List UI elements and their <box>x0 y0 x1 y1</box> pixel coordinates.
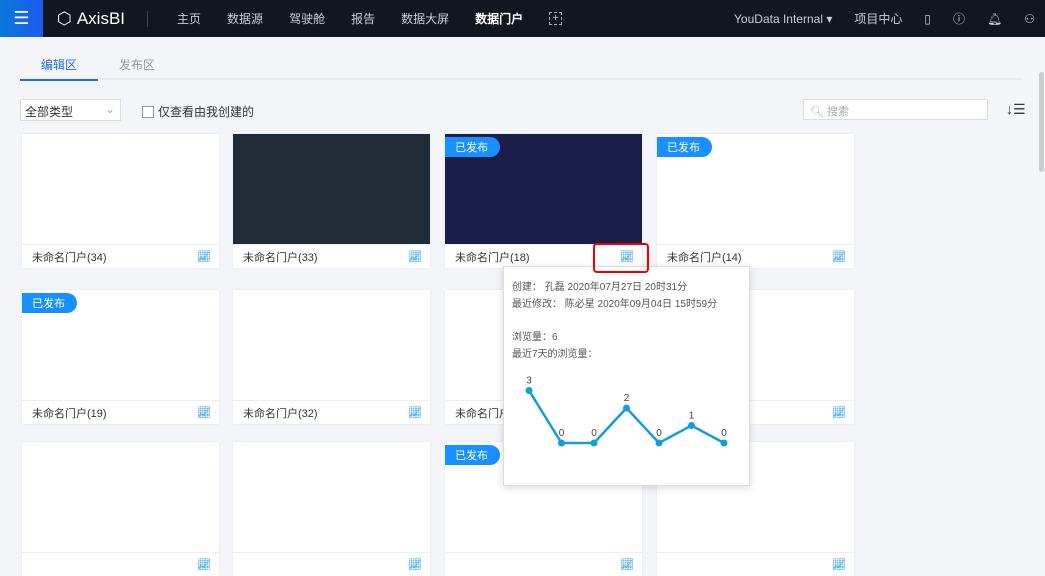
published-badge: 已发布 <box>445 445 500 465</box>
data-label: 0 <box>721 428 727 439</box>
trend-icon[interactable]: 📈︎ <box>408 250 422 263</box>
brand-name: AxisBI <box>76 8 126 28</box>
type-select[interactable]: 全部类型 ⌄ <box>20 99 121 121</box>
portal-name: 未命名门户(18) <box>455 251 530 264</box>
mine-only-checkbox[interactable]: 仅查看由我创建的 <box>142 103 254 120</box>
data-label: 1 <box>689 411 695 422</box>
portal-card[interactable]: 未命名门户(32) 📈︎ <box>233 290 430 424</box>
portal-thumbnail[interactable] <box>233 442 430 552</box>
data-point <box>525 387 533 394</box>
trend-icon[interactable]: 📈︎ <box>197 558 211 571</box>
mobile-icon[interactable]: ▯ <box>924 12 931 26</box>
recent-views-label: 最近7天的浏览量： <box>512 349 598 360</box>
help-icon[interactable]: ⓘ <box>953 10 965 27</box>
project-center-link[interactable]: 项目中心 <box>854 10 902 27</box>
data-label: 0 <box>559 428 565 439</box>
tabs: 编辑区 发布区 <box>20 56 1023 81</box>
portal-card[interactable]: 📈︎ <box>233 442 430 576</box>
portal-thumbnail[interactable] <box>22 442 219 552</box>
data-label: 2 <box>624 393 630 404</box>
nav-portal[interactable]: 数据门户 <box>475 10 523 27</box>
data-point <box>623 404 630 412</box>
portal-name: 未命名门户(34) <box>32 251 107 264</box>
portal-thumbnail[interactable] <box>233 134 430 244</box>
data-label: 0 <box>656 428 662 439</box>
divider <box>147 10 149 27</box>
workspace-dropdown[interactable]: YouData Internal ▾ <box>734 12 832 26</box>
search-input[interactable]: 🔍︎ 搜索 <box>803 99 988 120</box>
bell-icon[interactable]: 🔔︎ <box>987 12 1002 26</box>
user-icon[interactable]: ⚇ <box>1024 12 1035 26</box>
scrollbar[interactable] <box>1039 72 1044 172</box>
trend-icon[interactable]: 📈︎ <box>197 250 211 263</box>
published-badge: 已发布 <box>22 293 77 313</box>
modified-info: 最近修改： 陈必星 2020年09月04日 15时59分 <box>512 299 718 310</box>
portal-name: 未命名门户(32) <box>243 407 318 420</box>
tab-publish[interactable]: 发布区 <box>98 56 176 78</box>
logo[interactable]: ⬡ AxisBI <box>57 9 125 29</box>
trend-icon[interactable]: 📈︎ <box>832 406 846 419</box>
stats-tooltip: 创建： 孔磊 2020年07月27日 20时31分 最近修改： 陈必星 2020… <box>503 266 750 486</box>
portal-name: 未命名门户(19) <box>32 407 107 420</box>
trend-icon[interactable]: 📈︎ <box>408 406 422 419</box>
trend-icon[interactable]: 📈︎ <box>408 558 422 571</box>
nav-home[interactable]: 主页 <box>177 10 201 27</box>
nav-report[interactable]: 报告 <box>351 10 375 27</box>
data-point <box>655 439 663 447</box>
portal-thumbnail[interactable] <box>233 290 430 400</box>
views-line-chart: 3 0 0 2 0 1 0 <box>525 376 728 447</box>
checkbox-box[interactable] <box>142 105 154 118</box>
chevron-down-icon: ⌄ <box>104 102 115 116</box>
trend-icon[interactable]: 📈︎ <box>620 558 634 571</box>
portal-thumbnail[interactable] <box>22 134 219 244</box>
workspace-name: YouData Internal <box>734 11 823 26</box>
created-info: 创建： 孔磊 2020年07月27日 20时31分 <box>512 282 688 293</box>
sort-icon[interactable]: ↓☰ <box>1006 101 1026 118</box>
nav-bigscreen[interactable]: 数据大屏 <box>401 10 449 27</box>
add-icon[interactable]: + <box>549 12 563 25</box>
search-placeholder: 搜索 <box>827 106 850 118</box>
trend-icon[interactable]: 📈︎ <box>832 250 846 263</box>
data-point <box>720 439 728 447</box>
trend-icon[interactable]: 📈︎ <box>832 558 846 571</box>
portal-name: 未命名门户(14) <box>667 251 742 264</box>
type-select-value: 全部类型 <box>25 105 74 119</box>
logo-icon: ⬡ <box>57 8 72 28</box>
nav-cockpit[interactable]: 驾驶舱 <box>289 10 325 27</box>
portal-name: 未命名门户(33) <box>243 251 318 264</box>
nav-datasource[interactable]: 数据源 <box>227 10 263 27</box>
published-badge: 已发布 <box>445 137 500 157</box>
portal-card[interactable]: 已发布 未命名门户(19) 📈︎ <box>22 290 219 424</box>
checkbox-label: 仅查看由我创建的 <box>158 105 255 119</box>
data-label: 0 <box>591 428 597 439</box>
portal-card[interactable]: 未命名门户(34) 📈︎ <box>22 134 219 268</box>
portal-card[interactable]: 已发布 未命名门户(14) 📈︎ <box>657 134 854 268</box>
tab-edit[interactable]: 编辑区 <box>20 56 98 81</box>
portal-card[interactable]: 📈︎ <box>22 442 219 576</box>
portal-card[interactable]: 未命名门户(33) 📈︎ <box>233 134 430 268</box>
view-count: 浏览量：6 <box>512 332 558 343</box>
published-badge: 已发布 <box>657 137 712 157</box>
menu-icon[interactable]: ☰ <box>0 0 43 37</box>
data-point <box>558 439 565 447</box>
highlight-box <box>593 243 649 273</box>
data-label: 3 <box>526 376 532 387</box>
top-nav: ☰ ⬡ AxisBI 主页 数据源 驾驶舱 报告 数据大屏 数据门户 + YouD… <box>0 0 1045 37</box>
data-point <box>590 439 598 447</box>
data-point <box>688 422 695 429</box>
trend-icon[interactable]: 📈︎ <box>197 406 211 419</box>
